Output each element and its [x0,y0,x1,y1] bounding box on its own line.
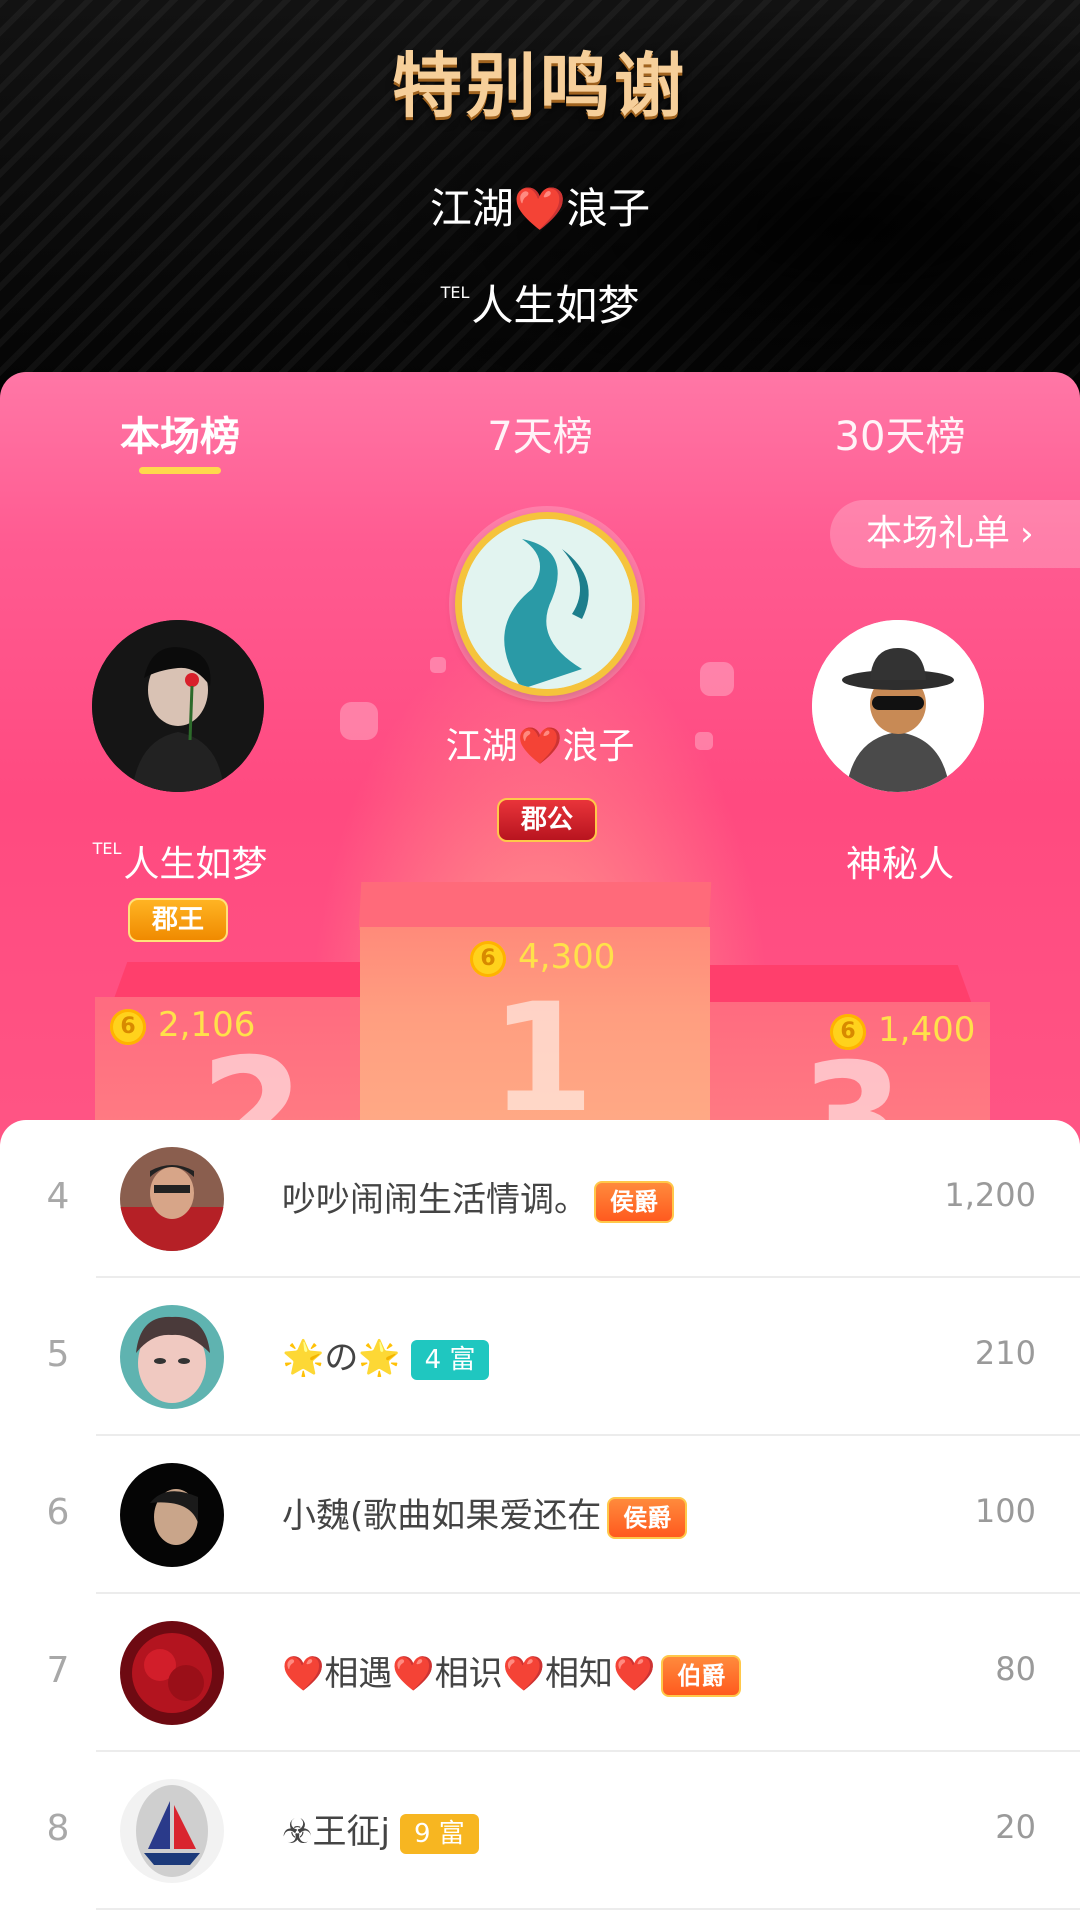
list-item-name: 🌟の🌟 4 富 [282,1330,490,1380]
decor-hexagon [340,702,378,740]
user-name: ❤️相遇❤️相识❤️相知❤️ [282,1654,656,1694]
list-item[interactable]: 8 ☣王征j 9 富 20 [0,1752,1080,1910]
thanks-name-2: TEL人生如梦 [0,272,1080,333]
coin-icon: 6 [830,1013,866,1050]
decor-hexagon [430,657,446,673]
list-item-name: 小魏(歌曲如果爱还在 侯爵 [282,1488,688,1539]
podium-score-rank-1: 6 4,300 [470,937,615,977]
thanks-banner: 特别鸣谢 江湖❤️浪子 TEL人生如梦 [0,0,1080,380]
podium-name-rank-3: 神秘人 [845,844,954,885]
tab-7-days[interactable]: 7天榜 [410,404,670,462]
thanks-name-1: 江湖❤️浪子 [0,175,1080,236]
podium-name-rank-2-text: 人生如梦 [123,844,268,885]
avatar-rank-3[interactable] [812,620,984,792]
leaderboard-tabs: 本场榜 7天榜 30天榜 [0,372,1080,502]
chevron-right-icon: › [1020,514,1034,554]
rank-number: 8 [46,1808,70,1849]
rank-number: 4 [46,1176,70,1217]
list-item-name: 吵吵闹闹生活情调。 侯爵 [282,1172,674,1223]
avatar-image [120,1621,224,1725]
user-name: 🌟の🌟 [282,1338,401,1378]
score: 1,200 [944,1176,1036,1214]
podium-score-rank-2-value: 2,106 [158,1005,256,1045]
list-item[interactable]: 6 小魏(歌曲如果爱还在 侯爵 100 [0,1436,1080,1594]
score: 100 [974,1492,1036,1530]
rank-number: 7 [46,1650,70,1691]
anonymous-user-icon [812,620,984,792]
score: 20 [995,1808,1036,1846]
rank-number: 6 [46,1492,70,1533]
avatar[interactable] [120,1779,224,1883]
noble-badge-rank-1: 郡公 [497,798,598,842]
wealth-badge: 4 富 [410,1339,490,1380]
score: 210 [974,1334,1036,1372]
list-item[interactable]: 7 ❤️相遇❤️相识❤️相知❤️ 伯爵 80 [0,1594,1080,1752]
podium-name-rank-2: TEL人生如梦 [40,835,320,887]
podium-score-rank-2: 6 2,106 [110,1005,255,1045]
user-name: ☣王征j [282,1812,390,1852]
avatar-image [120,1463,224,1567]
noble-badge: 伯爵 [661,1654,742,1697]
avatar-rank-1[interactable] [455,512,639,696]
tab-this-session[interactable]: 本场榜 [50,404,310,462]
active-tab-indicator [139,467,221,474]
thanks-name-2-text: 人生如梦 [471,281,640,330]
sailboat-avatar-icon [120,1779,224,1883]
list-item-name: ☣王征j 9 富 [282,1804,479,1854]
score: 80 [995,1650,1036,1688]
podium-score-rank-3-value: 1,400 [878,1010,976,1050]
ranking-list: 4 吵吵闹闹生活情调。 侯爵 1,200 5 🌟の🌟 4 富 210 6 小魏(… [0,1120,1080,1920]
coin-icon: 6 [110,1008,146,1045]
list-item-name: ❤️相遇❤️相识❤️相知❤️ 伯爵 [282,1646,742,1697]
leaderboard-podium: 本场榜 7天榜 30天榜 本场礼单 › 1 2 3 江湖❤️浪子 TEL人生如梦… [0,372,1080,1152]
avatar-image [120,1147,224,1251]
coin-icon: 6 [470,940,506,977]
decor-hexagon [695,732,713,750]
noble-badge: 侯爵 [594,1180,674,1223]
thanks-name-1-text: 江湖❤️浪子 [429,184,651,233]
thanks-title: 特别鸣谢 [392,45,688,127]
avatar[interactable] [120,1621,224,1725]
noble-badge-rank-2: 郡王 [128,898,229,942]
wealth-badge: 9 富 [399,1813,479,1854]
divider [96,1908,1080,1910]
podium-score-rank-3: 6 1,400 [830,1010,975,1050]
podium-block-1-top [358,882,712,930]
avatar-image [462,519,632,689]
avatar[interactable] [120,1147,224,1251]
tel-prefix: TEL [440,283,470,302]
tel-prefix: TEL [92,839,122,858]
gift-list-button[interactable]: 本场礼单 › [830,500,1080,568]
rank-number: 5 [46,1334,70,1375]
decor-hexagon [700,662,734,696]
list-item[interactable]: 4 吵吵闹闹生活情调。 侯爵 1,200 [0,1120,1080,1278]
noble-badge: 侯爵 [607,1496,688,1539]
avatar-image [120,1305,224,1409]
podium-score-rank-1-value: 4,300 [518,937,616,977]
list-item[interactable]: 5 🌟の🌟 4 富 210 [0,1278,1080,1436]
avatar[interactable] [120,1463,224,1567]
avatar-image [92,620,264,792]
user-name: 吵吵闹闹生活情调。 [282,1180,588,1220]
avatar[interactable] [120,1305,224,1409]
podium-name-rank-1: 江湖❤️浪子 [445,726,635,767]
podium-block-2-top [112,962,383,1002]
tab-30-days[interactable]: 30天榜 [770,404,1030,462]
avatar-rank-2[interactable] [92,620,264,792]
gift-list-label: 本场礼单 [866,513,1011,554]
podium-block-3-top [692,965,973,1005]
user-name: 小魏(歌曲如果爱还在 [282,1496,602,1536]
